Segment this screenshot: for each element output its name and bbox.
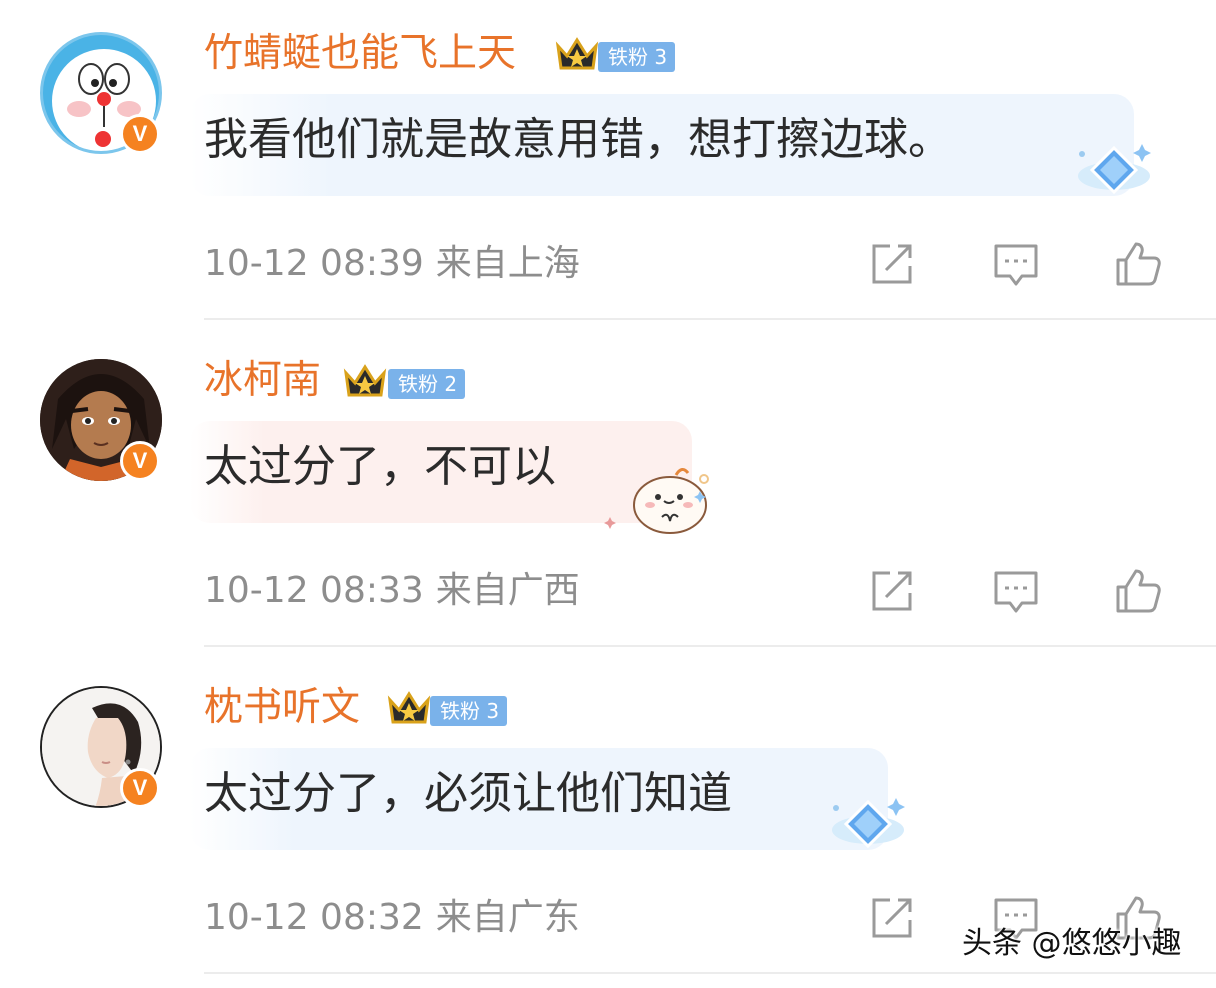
comment-meta: 10-12 08:32 来自广东	[204, 896, 580, 940]
diamond-sticker-icon	[1078, 144, 1151, 195]
divider	[204, 645, 1216, 647]
reply-icon[interactable]	[992, 567, 1040, 615]
crown-icon	[387, 691, 431, 724]
user-nickname[interactable]: 冰柯南	[204, 357, 321, 405]
comment-time: 10-12 08:32	[204, 897, 424, 938]
watermark-text: 头条 @悠悠小趣	[962, 926, 1182, 961]
comment-meta: 10-12 08:39 来自上海	[204, 242, 580, 286]
like-icon[interactable]	[1114, 567, 1162, 615]
share-icon[interactable]	[868, 894, 916, 942]
like-icon[interactable]	[1114, 240, 1162, 288]
reply-icon[interactable]	[992, 240, 1040, 288]
comment-text: 太过分了，必须让他们知道	[204, 768, 732, 819]
comment-time: 10-12 08:39	[204, 243, 424, 284]
comment-meta: 10-12 08:33 来自广西	[204, 569, 580, 613]
cute-bun-sticker-icon	[604, 468, 709, 534]
verified-badge-icon: V	[120, 114, 160, 154]
user-nickname[interactable]: 竹蜻蜓也能飞上天	[204, 30, 516, 78]
comment-time: 10-12 08:33	[204, 570, 424, 611]
comment-text: 我看他们就是故意用错，想打擦边球。	[204, 114, 952, 165]
fan-level-badge: 铁粉 3	[430, 696, 508, 726]
comment-location: 来自广西	[435, 570, 580, 611]
comment-item: V 竹蜻蜓也能飞上天 铁粉 3 我看他们就是故意用错，想打擦边球。 10-12 …	[0, 0, 1216, 327]
verified-badge-icon: V	[120, 441, 160, 481]
comment-location: 来自上海	[435, 243, 580, 284]
fan-level-badge: 铁粉 3	[598, 42, 676, 72]
share-icon[interactable]	[868, 240, 916, 288]
user-nickname[interactable]: 枕书听文	[204, 684, 360, 732]
diamond-sticker-icon	[832, 798, 905, 849]
divider	[204, 318, 1216, 320]
comment-location: 来自广东	[435, 897, 580, 938]
crown-icon	[343, 364, 387, 397]
comment-text: 太过分了，不可以	[204, 441, 556, 492]
share-icon[interactable]	[868, 567, 916, 615]
verified-badge-icon: V	[120, 768, 160, 808]
comment-item: V 冰柯南 铁粉 2 太过分了，不可以 10-12 08:33 来自广西	[0, 327, 1216, 654]
fan-level-badge: 铁粉 2	[388, 369, 466, 399]
divider	[204, 972, 1216, 974]
crown-icon	[555, 37, 599, 70]
